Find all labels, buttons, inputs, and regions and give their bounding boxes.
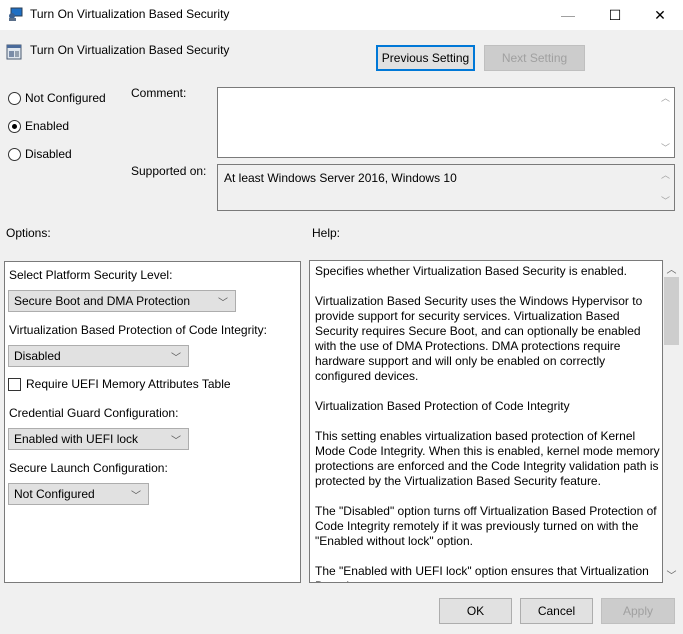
help-scrollbar[interactable]: ︿ ﹀	[663, 260, 680, 583]
help-paragraph: Virtualization Based Security uses the W…	[315, 294, 643, 383]
radio-label: Disabled	[25, 147, 72, 161]
select-value: Not Configured	[14, 487, 95, 501]
minimize-icon: —	[561, 7, 575, 23]
credential-guard-label: Credential Guard Configuration:	[9, 406, 179, 420]
scroll-thumb[interactable]	[664, 277, 679, 345]
radio-label: Not Configured	[25, 91, 106, 105]
secure-launch-label: Secure Launch Configuration:	[9, 461, 168, 475]
chevron-down-icon: ﹀	[131, 491, 141, 502]
platform-security-select[interactable]: Secure Boot and DMA Protection ﹀	[8, 290, 236, 312]
maximize-button[interactable]: ☐	[592, 0, 638, 30]
scroll-down-icon[interactable]: ﹀	[663, 566, 680, 583]
credential-guard-select[interactable]: Enabled with UEFI lock ﹀	[8, 428, 189, 450]
radio-enabled[interactable]: Enabled	[8, 119, 69, 133]
select-value: Enabled with UEFI lock	[14, 432, 139, 446]
scroll-up-icon[interactable]: ︿	[663, 260, 680, 277]
options-pane: Select Platform Security Level: Secure B…	[4, 261, 301, 583]
comment-textarea[interactable]: ︿ ﹀	[217, 87, 675, 158]
scroll-up-icon[interactable]: ︿	[657, 166, 674, 183]
supported-on-value: At least Windows Server 2016, Windows 10	[224, 171, 457, 185]
chevron-down-icon: ﹀	[171, 353, 181, 364]
close-icon: ✕	[654, 6, 666, 23]
help-paragraph: Specifies whether Virtualization Based S…	[315, 264, 627, 278]
radio-circle	[8, 147, 21, 161]
scroll-down-icon[interactable]: ﹀	[657, 139, 674, 156]
help-paragraph: The "Enabled with UEFI lock" option ensu…	[315, 564, 649, 582]
title-bar: Turn On Virtualization Based Security — …	[0, 0, 683, 30]
help-pane: Specifies whether Virtualization Based S…	[309, 260, 663, 583]
policy-title: Turn On Virtualization Based Security	[30, 43, 230, 57]
help-label: Help:	[312, 226, 341, 240]
checkbox-box	[8, 377, 21, 391]
help-paragraph: Virtualization Based Protection of Code …	[315, 399, 570, 413]
secure-launch-select[interactable]: Not Configured ﹀	[8, 483, 149, 505]
ok-button[interactable]: OK	[439, 598, 512, 624]
cancel-button[interactable]: Cancel	[520, 598, 593, 624]
apply-button[interactable]: Apply	[601, 598, 675, 624]
code-integrity-select[interactable]: Disabled ﹀	[8, 345, 189, 367]
scroll-down-icon[interactable]: ﹀	[657, 192, 674, 209]
uefi-memory-checkbox[interactable]: Require UEFI Memory Attributes Table	[8, 377, 231, 391]
select-value: Disabled	[14, 349, 61, 363]
minimize-button[interactable]: —	[545, 0, 591, 30]
next-setting-button[interactable]: Next Setting	[484, 45, 585, 71]
chevron-down-icon: ﹀	[218, 298, 228, 309]
supported-scrollbar[interactable]: ︿ ﹀	[657, 165, 674, 210]
comment-scrollbar[interactable]: ︿ ﹀	[657, 88, 674, 157]
scroll-up-icon[interactable]: ︿	[657, 89, 674, 106]
comment-label: Comment:	[131, 86, 187, 100]
options-label: Options:	[6, 226, 51, 240]
policy-setting-icon	[6, 44, 22, 60]
window-title: Turn On Virtualization Based Security	[30, 7, 230, 21]
checkbox-label: Require UEFI Memory Attributes Table	[26, 377, 231, 391]
supported-on-box: At least Windows Server 2016, Windows 10…	[217, 164, 675, 211]
previous-setting-button[interactable]: Previous Setting	[376, 45, 475, 71]
radio-not-configured[interactable]: Not Configured	[8, 91, 106, 105]
radio-disabled[interactable]: Disabled	[8, 147, 72, 161]
supported-on-label: Supported on:	[131, 164, 207, 178]
close-button[interactable]: ✕	[637, 0, 683, 30]
select-value: Secure Boot and DMA Protection	[14, 294, 191, 308]
radio-circle-selected	[8, 119, 21, 133]
platform-security-label: Select Platform Security Level:	[9, 268, 173, 282]
help-paragraph: This setting enables virtualization base…	[315, 429, 660, 488]
help-text: Specifies whether Virtualization Based S…	[315, 264, 660, 582]
radio-label: Enabled	[25, 119, 70, 133]
maximize-icon: ☐	[608, 6, 622, 23]
radio-circle	[8, 91, 21, 105]
code-integrity-label: Virtualization Based Protection of Code …	[9, 323, 267, 337]
group-policy-icon	[9, 7, 23, 21]
chevron-down-icon: ﹀	[171, 436, 181, 447]
help-paragraph: The "Disabled" option turns off Virtuali…	[315, 504, 657, 548]
